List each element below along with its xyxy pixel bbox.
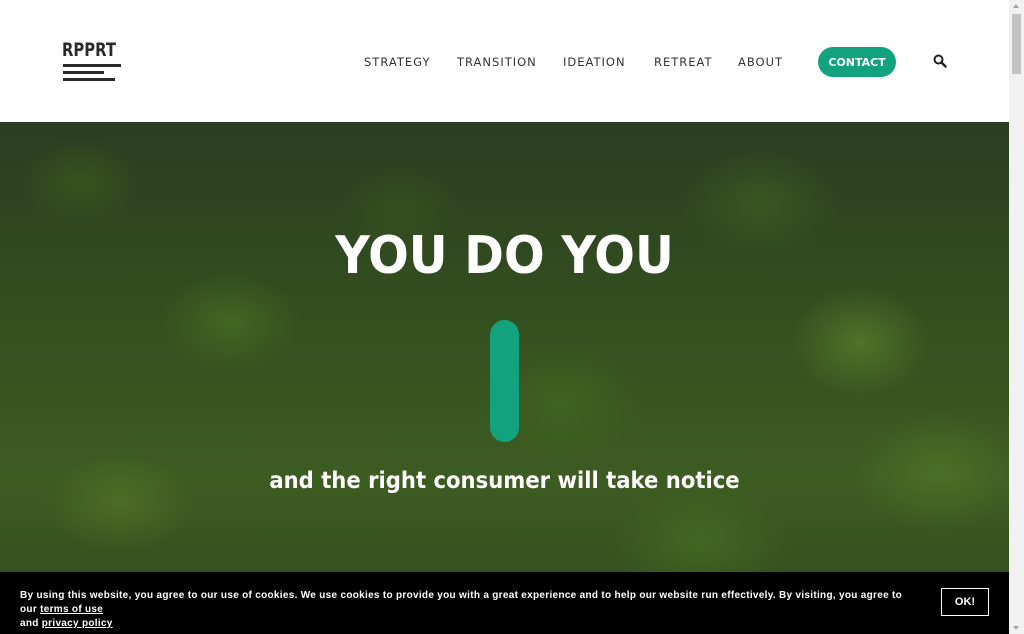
terms-of-use-link[interactable]: terms of use [40,604,103,615]
hero-section: YOU DO YOU and the right consumer will t… [0,122,1009,634]
privacy-policy-link[interactable]: privacy policy [42,618,113,629]
hero-title: YOU DO YOU [335,226,674,286]
page: RPPRT STRATEGY TRANSITION IDEATION RETRE… [0,0,1009,634]
cookie-ok-button[interactable]: OK! [941,588,989,616]
site-header: RPPRT STRATEGY TRANSITION IDEATION RETRE… [0,0,1009,122]
scroll-down-arrow-icon[interactable] [1013,626,1019,630]
scrollbar-thumb[interactable] [1012,14,1021,74]
search-icon[interactable] [933,54,947,68]
nav-ideation[interactable]: IDEATION [563,55,626,69]
vertical-scrollbar[interactable] [1009,0,1024,634]
nav-strategy[interactable]: STRATEGY [364,55,430,69]
nav-transition[interactable]: TRANSITION [457,55,537,69]
logo[interactable]: RPPRT [62,40,124,86]
hero-subtitle: and the right consumer will take notice [269,468,740,494]
cookie-message: By using this website, you agree to our … [20,590,903,615]
logo-line [63,64,121,67]
cookie-text: By using this website, you agree to our … [20,589,920,631]
cookie-and-text: and [20,618,42,629]
nav-about[interactable]: ABOUT [738,55,783,69]
contact-button[interactable]: CONTACT [818,47,896,77]
logo-line [63,78,115,81]
hero-accent-bar [490,320,519,442]
logo-line [63,71,104,74]
logo-text: RPPRT [62,39,116,61]
cookie-banner: By using this website, you agree to our … [0,572,1009,634]
nav-retreat[interactable]: RETREAT [654,55,713,69]
scroll-up-arrow-icon[interactable] [1013,4,1019,8]
